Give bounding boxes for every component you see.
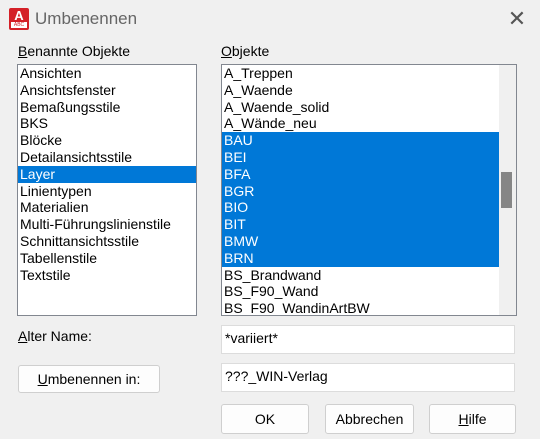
named-object-item[interactable]: Detailansichtsstile [18,149,196,166]
object-item[interactable]: A_Waende [222,82,499,99]
named-object-item[interactable]: Schnittansichtsstile [18,233,196,250]
object-item[interactable]: BS_F90_WandinArtBW [222,300,499,315]
named-object-item[interactable]: Blöcke [18,132,196,149]
objects-label: Objekte [221,43,270,59]
object-item[interactable]: BIT [222,216,499,233]
window-title: Umbenennen [35,9,138,28]
autocad-rename-icon: A ABC [9,8,29,30]
cancel-button[interactable]: Abbrechen [325,404,414,434]
object-item[interactable]: A_Treppen [222,65,499,82]
object-item[interactable]: A_Wände_neu [222,115,499,132]
close-button[interactable]: ✕ [504,6,530,32]
object-item[interactable]: BS_F90_Wand [222,283,499,300]
old-name-label: Alter Name: [18,328,92,344]
named-object-item[interactable]: Bemaßungsstile [18,99,196,116]
named-objects-list[interactable]: Ansichten Ansichtsfenster Bemaßungsstile BK… [17,64,197,316]
named-object-item[interactable]: Materialien [18,199,196,216]
object-item[interactable]: BMW [222,232,499,250]
ok-button[interactable]: OK [221,404,309,434]
named-object-item[interactable]: Multi-Führungslinienstile [18,216,196,233]
object-item[interactable]: BAU [222,132,499,149]
named-object-item[interactable]: Tabellenstile [18,250,196,267]
app-icon-sub: ABC [11,22,27,28]
named-objects-label: Benannte Objekte [18,43,131,59]
rename-to-input[interactable]: ???_WIN-Verlag [221,363,515,392]
object-item[interactable]: BGR [222,182,499,200]
object-item[interactable]: BIO [222,199,499,217]
named-object-item[interactable]: Layer [18,165,196,183]
scrollbar-thumb[interactable] [501,172,512,208]
named-object-item[interactable]: BKS [18,115,196,132]
object-item[interactable]: A_Waende_solid [222,99,499,116]
object-item[interactable]: BRN [222,249,499,267]
object-item[interactable]: BFA [222,165,499,183]
close-icon: ✕ [507,6,527,31]
rename-to-button[interactable]: Umbenennen in: [18,365,160,393]
object-item[interactable]: BEI [222,148,499,166]
app-icon-letter: A [14,8,24,23]
named-object-item[interactable]: Linientypen [18,183,196,200]
object-item[interactable]: BS_Brandwand [222,267,499,284]
help-button[interactable]: Hilfe [429,404,516,434]
old-name-field: *variiert* [221,325,515,354]
objects-list-items: A_Treppen A_Waende A_Waende_solid A_Wände_n… [222,65,516,315]
objects-list-scrollbar[interactable] [499,65,516,315]
objects-list[interactable]: A_Treppen A_Waende A_Waende_solid A_Wände_n… [221,64,517,316]
named-object-item[interactable]: Textstile [18,267,196,284]
title-bar: A ABC Umbenennen ✕ [0,0,540,38]
named-object-item[interactable]: Ansichtsfenster [18,82,196,99]
named-object-item[interactable]: Ansichten [18,65,196,82]
